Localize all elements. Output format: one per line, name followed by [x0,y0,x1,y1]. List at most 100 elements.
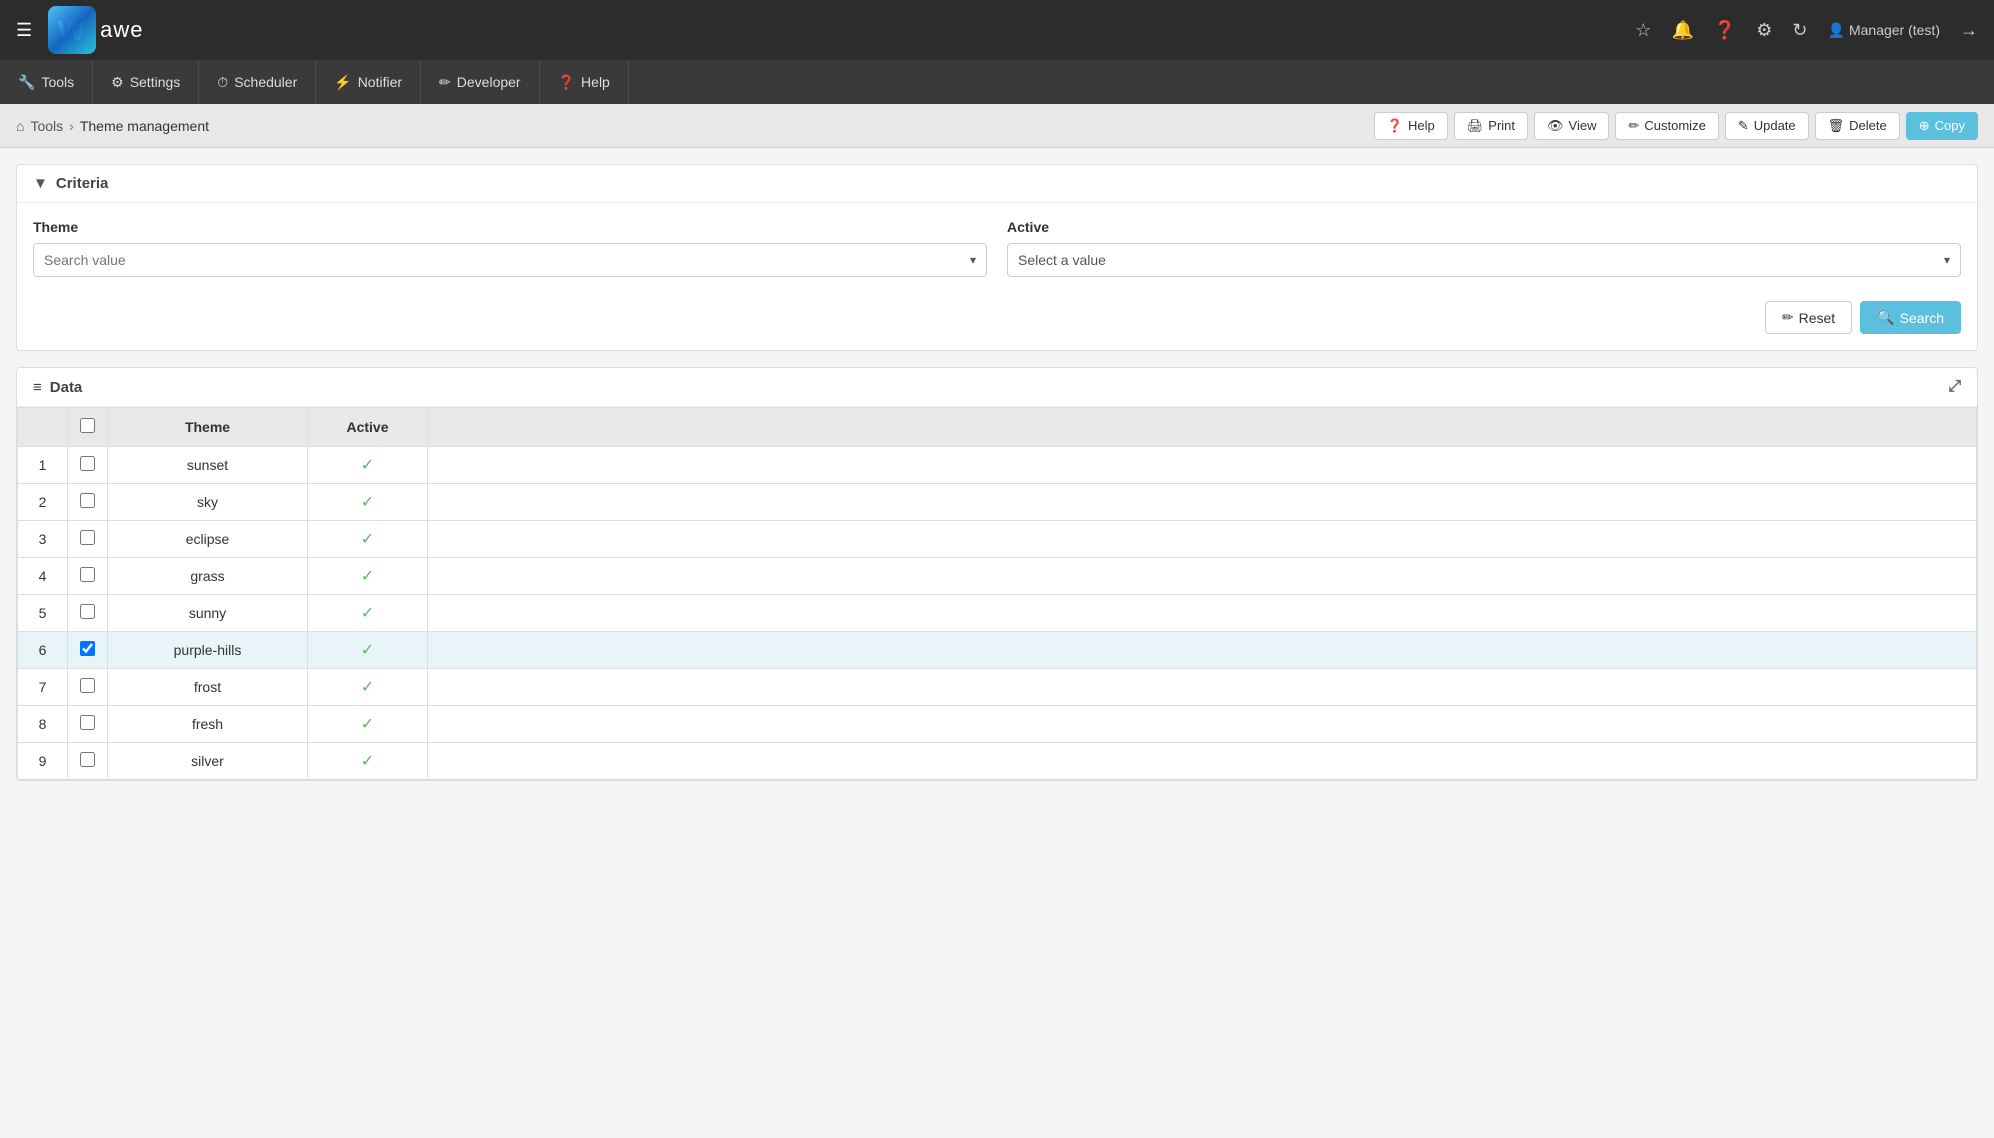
row-checkbox[interactable] [80,567,95,582]
row-checkbox[interactable] [80,678,95,693]
col-header-theme: Theme [108,408,308,447]
scheduler-menu-icon: ⏱ [217,74,228,91]
row-extra [428,669,1977,706]
customize-btn-icon: ✏ [1628,118,1639,134]
user-label: 👤 Manager (test) [1828,22,1940,39]
row-theme: sunset [108,447,308,484]
row-extra [428,558,1977,595]
row-extra [428,743,1977,780]
row-extra [428,706,1977,743]
row-theme: sunny [108,595,308,632]
theme-select-wrapper[interactable]: ▾ [33,243,987,277]
active-label: Active [1007,219,1961,235]
row-checkbox[interactable] [80,493,95,508]
row-number: 7 [18,669,68,706]
row-checkbox[interactable] [80,456,95,471]
breadcrumb: ⌂ Tools › Theme management [16,118,209,134]
logout-button[interactable]: → [1960,20,1978,41]
data-table: Theme Active 1sunset✓2sky✓3eclipse✓4gras… [17,407,1977,780]
active-select-wrapper[interactable]: Select a value ▾ [1007,243,1961,277]
notifications-icon[interactable]: 🔔 [1671,20,1693,41]
menu-item-scheduler[interactable]: ⏱ Scheduler [199,60,316,104]
row-theme: grass [108,558,308,595]
copy-button[interactable]: ⊕ Copy [1906,112,1978,140]
row-number: 4 [18,558,68,595]
print-button[interactable]: 🖨 Print [1454,112,1528,140]
criteria-actions: ✏ Reset 🔍 Search [17,293,1977,350]
check-icon: ✓ [361,716,374,733]
breadcrumb-tools-link[interactable]: Tools [30,118,63,134]
theme-search-input[interactable] [34,244,986,276]
table-row: 9silver✓ [18,743,1977,780]
view-button[interactable]: 👁 View [1534,112,1609,140]
table-row: 2sky✓ [18,484,1977,521]
menu-item-help[interactable]: ❓ Help [540,60,629,104]
check-icon: ✓ [361,753,374,770]
menu-item-notifier[interactable]: ⚡ Notifier [316,60,421,104]
check-icon: ✓ [361,457,374,474]
expand-icon[interactable]: ⤢ [1948,378,1961,396]
reset-button[interactable]: ✏ Reset [1765,301,1852,334]
check-icon: ✓ [361,642,374,659]
copy-btn-icon: ⊕ [1919,118,1930,134]
row-active: ✓ [308,521,428,558]
row-number: 5 [18,595,68,632]
breadcrumb-current: Theme management [80,118,209,134]
row-number: 8 [18,706,68,743]
select-all-checkbox[interactable] [80,418,95,433]
table-header-row: Theme Active [18,408,1977,447]
row-active: ✓ [308,706,428,743]
navbar-right: ☆ 🔔 ❓ ⚙ ↻ 👤 Manager (test) → [1635,20,1978,41]
row-number: 2 [18,484,68,521]
menu-item-developer[interactable]: ✏ Developer [421,60,540,104]
reset-icon: ✏ [1782,309,1794,326]
row-checkbox[interactable] [80,715,95,730]
help-icon[interactable]: ❓ [1714,20,1736,41]
row-checkbox-cell [68,484,108,521]
row-extra [428,447,1977,484]
row-number: 1 [18,447,68,484]
check-icon: ✓ [361,605,374,622]
row-checkbox[interactable] [80,752,95,767]
list-icon: ≡ [33,379,42,396]
notifier-menu-icon: ⚡ [334,74,351,91]
menu-item-tools[interactable]: 🔧 Tools [0,60,93,104]
update-button[interactable]: ✎ Update [1725,112,1809,140]
help-button[interactable]: ❓ Help [1374,112,1448,140]
table-row: 8fresh✓ [18,706,1977,743]
top-navbar: ☰ W awe ☆ 🔔 ❓ ⚙ ↻ [0,0,1994,60]
logo: W awe [48,6,143,54]
table-row: 1 sunset ✓ [18,447,1977,484]
delete-button[interactable]: 🗑 Delete [1815,112,1900,140]
row-checkbox[interactable] [80,604,95,619]
criteria-header: ▼ Criteria [17,165,1977,203]
favorites-icon[interactable]: ☆ [1635,20,1651,41]
row-active: ✓ [308,632,428,669]
row-active: ✓ [308,447,428,484]
row-extra [428,521,1977,558]
search-button[interactable]: 🔍 Search [1860,301,1961,334]
view-btn-icon: 👁 [1547,118,1564,134]
criteria-row: Theme ▾ Active Select a value ▾ [33,219,1961,277]
table-row: 5 sunny ✓ [18,595,1977,632]
criteria-section: ▼ Criteria Theme ▾ Active Select a value… [16,164,1978,351]
search-icon: 🔍 [1877,309,1894,326]
check-icon: ✓ [361,568,374,585]
row-number: 9 [18,743,68,780]
check-icon: ✓ [361,679,374,696]
data-section: ≡ Data ⤢ Theme Active 1sunset✓2sky✓3ecli… [16,367,1978,781]
hamburger-icon[interactable]: ☰ [16,20,32,41]
table-row: 6purple-hills✓ [18,632,1977,669]
row-theme: frost [108,669,308,706]
criteria-title: Criteria [56,175,109,192]
row-active: ✓ [308,669,428,706]
refresh-icon[interactable]: ↻ [1792,20,1807,41]
settings-icon[interactable]: ⚙ [1756,20,1772,41]
customize-button[interactable]: ✏ Customize [1615,112,1718,140]
menu-item-settings[interactable]: ⚙ Settings [93,60,199,104]
row-checkbox[interactable] [80,530,95,545]
home-icon[interactable]: ⌂ [16,118,24,134]
row-checkbox[interactable] [80,641,95,656]
tools-menu-icon: 🔧 [18,74,35,91]
active-select-display[interactable]: Select a value [1008,244,1960,276]
